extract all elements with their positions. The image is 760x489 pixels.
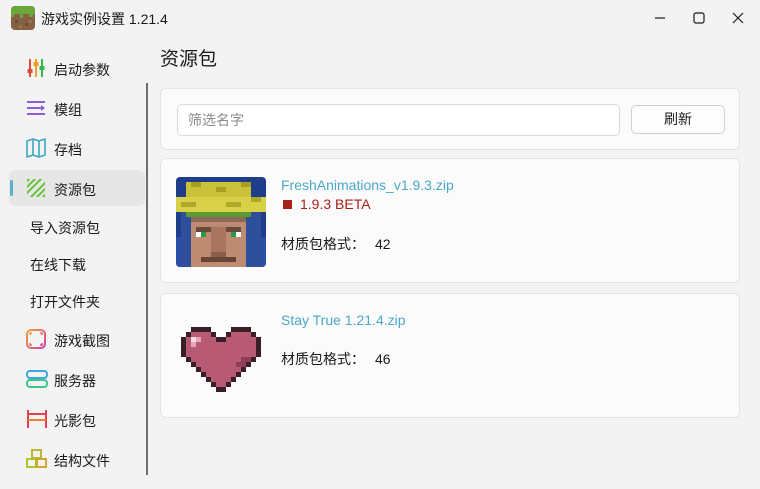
page-title: 资源包 (160, 49, 218, 70)
shader-icon (26, 409, 47, 429)
sidebar-item-label: 服务器 (54, 373, 96, 389)
striped-square-icon (26, 178, 46, 198)
active-indicator (10, 180, 13, 196)
list-item[interactable]: FreshAnimations_v1.9.3.zip 1.9.3 BETA 材质… (160, 158, 740, 283)
pack-version-label: 1.9.3 BETA (300, 196, 371, 212)
refresh-button[interactable]: 刷新 (631, 105, 725, 134)
pack-name[interactable]: FreshAnimations_v1.9.3.zip (281, 177, 454, 193)
grass-block-icon (11, 6, 35, 30)
minimize-icon[interactable] (641, 0, 679, 36)
sidebar-item-shader-packs[interactable]: 光影包 (9, 401, 145, 437)
sidebar-item-label: 在线下载 (30, 257, 86, 273)
pack-format-value: 46 (375, 351, 391, 367)
sidebar-item-label: 游戏截图 (54, 333, 110, 349)
window-title: 游戏实例设置 1.21.4 (41, 11, 168, 27)
sidebar: 启动参数 模组 存档 资源包 导入资源包 在线下载 打开文件夹 游戏截图 服务器… (9, 48, 147, 478)
pack-format-value: 42 (375, 236, 391, 252)
list-icon (26, 98, 46, 118)
title-bar: 游戏实例设置 1.21.4 (0, 0, 760, 36)
pack-version: 1.9.3 BETA (283, 196, 371, 212)
pack-format: 材质包格式： 46 (281, 349, 391, 369)
blocks-icon (26, 449, 47, 469)
sidebar-item-mods[interactable]: 模组 (9, 90, 145, 126)
maximize-icon[interactable] (680, 0, 718, 36)
list-item[interactable]: Stay True 1.21.4.zip 材质包格式： 46 (160, 293, 740, 418)
close-icon[interactable] (719, 0, 757, 36)
sidebar-item-servers[interactable]: 服务器 (9, 361, 145, 397)
sidebar-item-import-resource-pack[interactable]: 导入资源包 (9, 208, 145, 244)
map-icon (26, 138, 46, 158)
heart-icon (176, 312, 266, 402)
pack-format: 材质包格式： 42 (281, 234, 391, 254)
sidebar-item-label: 导入资源包 (30, 220, 100, 236)
sidebar-item-saves[interactable]: 存档 (9, 130, 145, 166)
screenshot-icon (26, 329, 46, 349)
sidebar-divider (146, 83, 148, 475)
sidebar-item-screenshots[interactable]: 游戏截图 (9, 321, 145, 357)
sidebar-item-label: 打开文件夹 (30, 294, 100, 310)
version-badge-icon (283, 199, 292, 209)
sidebar-item-label: 启动参数 (54, 62, 110, 78)
sidebar-item-label: 模组 (54, 102, 82, 118)
sidebar-item-structure-files[interactable]: 结构文件 (9, 441, 145, 477)
sidebar-item-label: 资源包 (54, 182, 96, 198)
server-icon (26, 369, 48, 389)
pack-format-label: 材质包格式： (281, 236, 365, 252)
sidebar-item-label: 存档 (54, 142, 82, 158)
sidebar-item-launch-options[interactable]: 启动参数 (9, 50, 145, 86)
sidebar-item-online-download[interactable]: 在线下载 (9, 245, 145, 281)
sidebar-item-open-folder[interactable]: 打开文件夹 (9, 282, 145, 318)
villager-icon (176, 177, 266, 267)
pack-format-label: 材质包格式： (281, 351, 365, 367)
sidebar-item-label: 结构文件 (54, 453, 110, 469)
sidebar-item-label: 光影包 (54, 413, 96, 429)
search-input[interactable] (177, 104, 620, 136)
pack-name[interactable]: Stay True 1.21.4.zip (281, 312, 406, 328)
search-card: 刷新 (160, 88, 740, 150)
sidebar-item-resource-packs[interactable]: 资源包 (9, 170, 145, 206)
sliders-icon (26, 58, 46, 78)
